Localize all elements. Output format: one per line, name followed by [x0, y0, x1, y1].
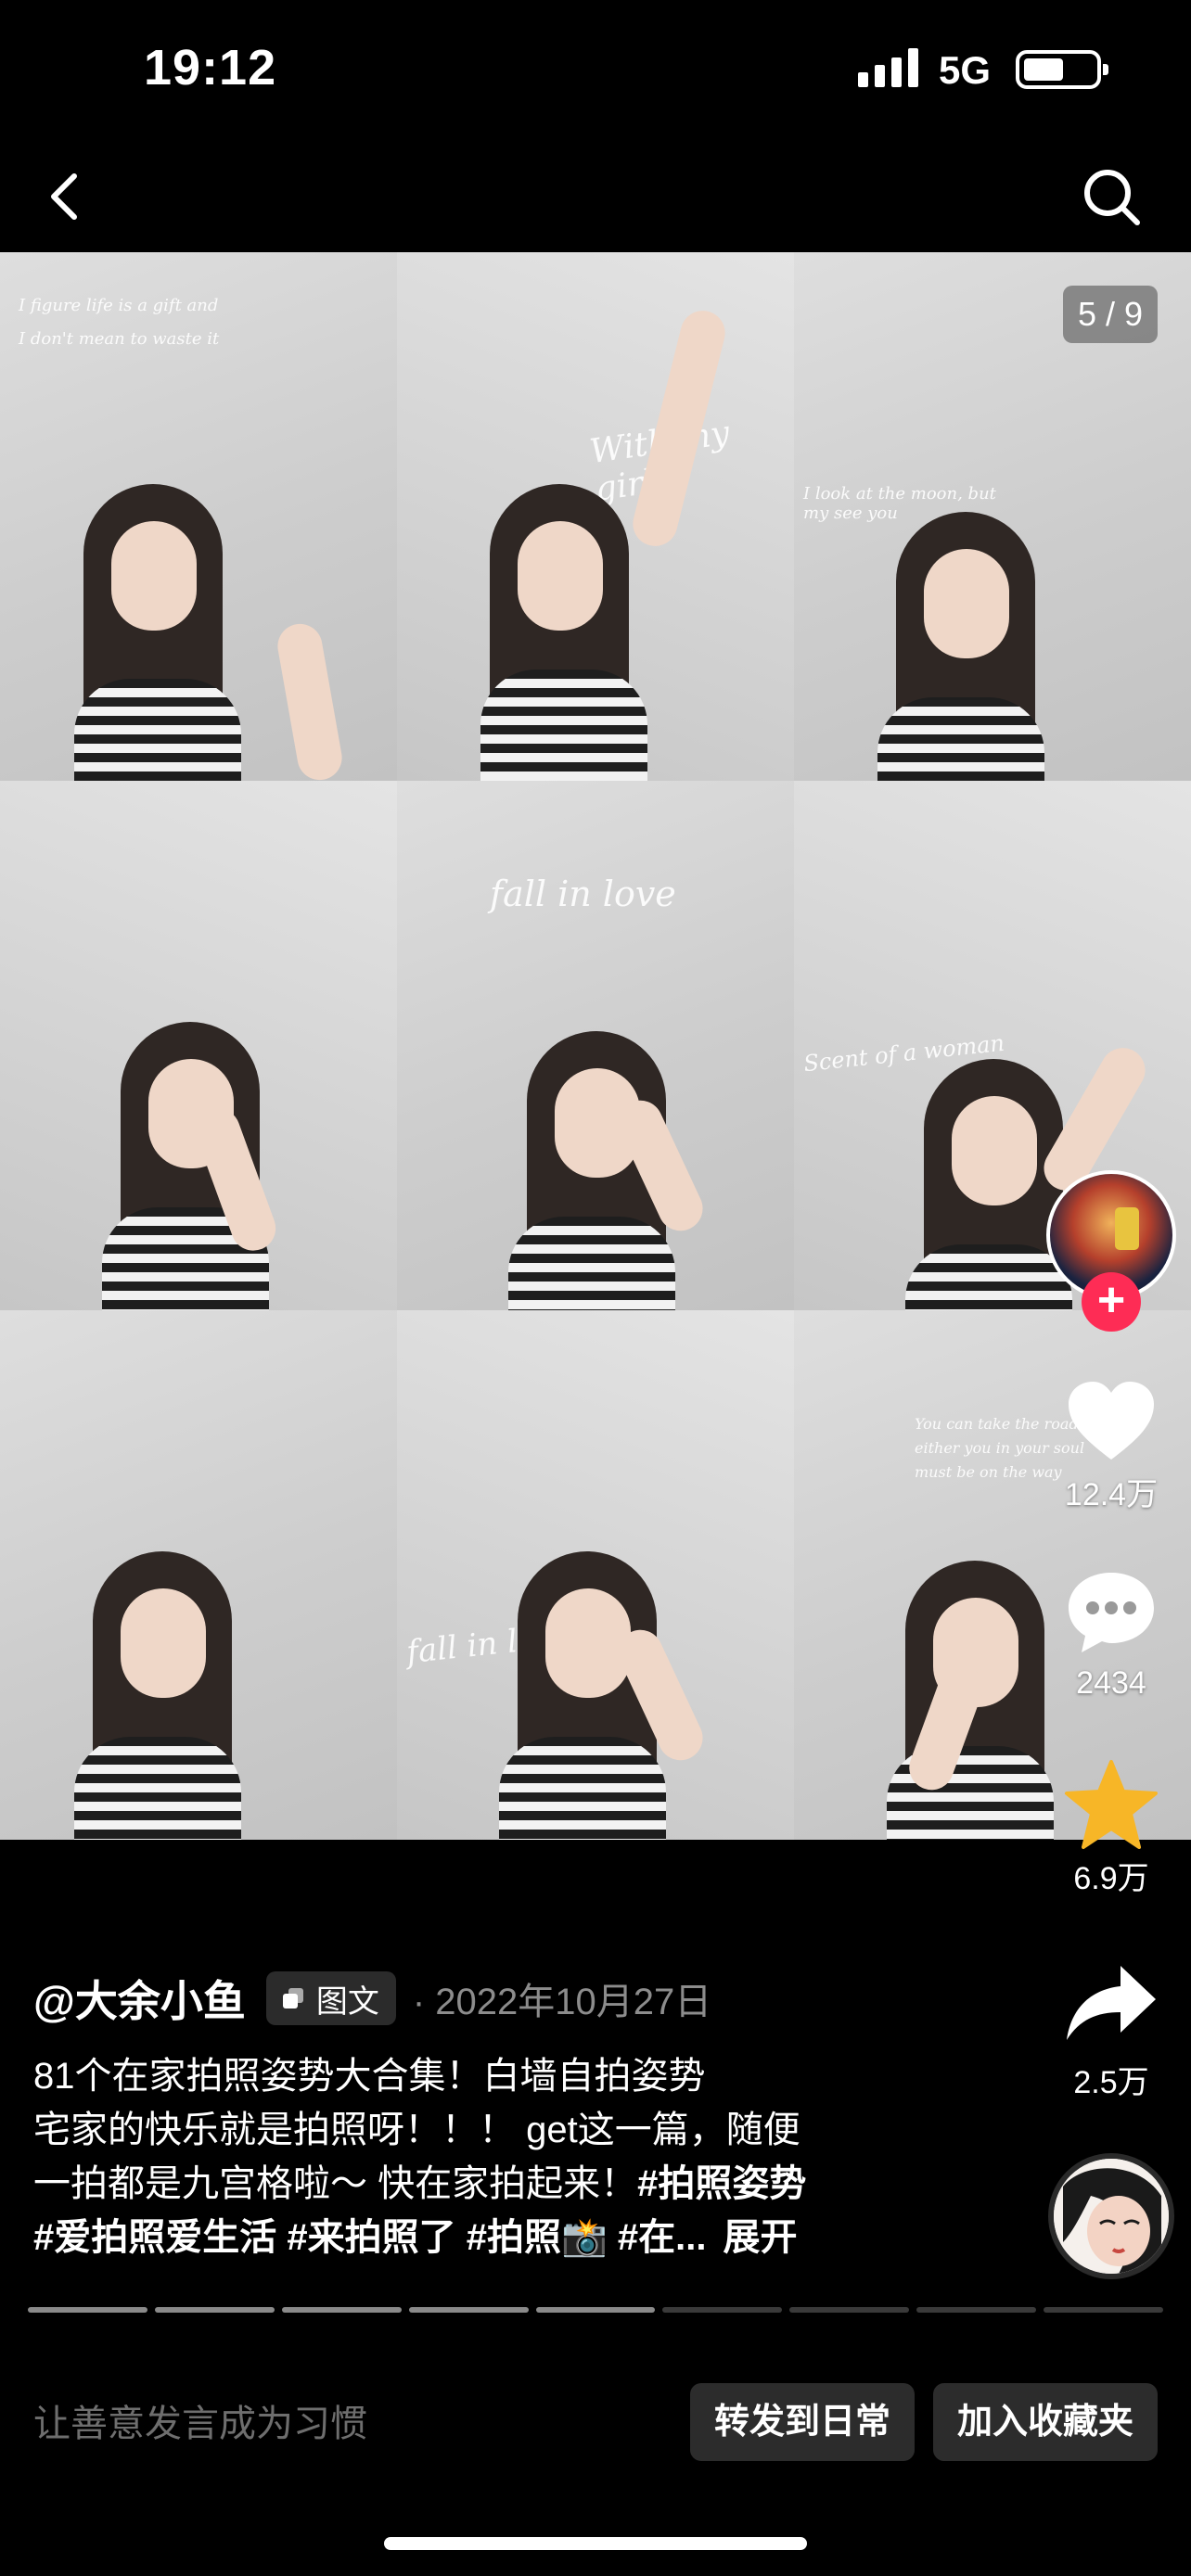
- comment-bubble-icon: [1069, 1573, 1154, 1652]
- page-indicator: 5 / 9: [1063, 286, 1158, 343]
- like-button[interactable]: 12.4万: [1039, 1378, 1184, 1514]
- progress-segment: [28, 2307, 147, 2313]
- author-row: @大余小鱼 图文 · 2022年10月27日: [33, 1966, 711, 2031]
- photo-tile: I figure life is a gift and I don't mean…: [0, 252, 397, 781]
- photo-collage: I figure life is a gift and I don't mean…: [0, 252, 1191, 1840]
- caption-line: 宅家的快乐就是拍照呀！！！ get这一篇，随便: [33, 2110, 800, 2150]
- caption-line: 一拍都是九宫格啦～ 快在家拍起来！#拍照姿势: [33, 2157, 1017, 2211]
- image-progress-bar: [28, 2307, 1164, 2313]
- back-button[interactable]: [28, 159, 102, 234]
- progress-segment: [662, 2307, 783, 2313]
- share-arrow-icon: [1067, 1966, 1156, 2040]
- post-image[interactable]: I figure life is a gift and I don't mean…: [0, 252, 1191, 1840]
- favorite-button[interactable]: 6.9万: [1039, 1758, 1184, 1898]
- progress-segment: [916, 2307, 1037, 2313]
- comment-count: 2434: [1076, 1665, 1146, 1701]
- share-count: 2.5万: [1073, 2065, 1149, 2100]
- photo-tile: With my girl: [397, 252, 794, 781]
- search-button[interactable]: [1074, 159, 1148, 234]
- network-type: 5G: [939, 48, 992, 92]
- progress-segment: [154, 2307, 275, 2313]
- music-disc-avatar[interactable]: [1048, 2153, 1174, 2279]
- chevron-left-icon: [51, 173, 77, 220]
- home-indicator[interactable]: [384, 2537, 807, 2550]
- photo-tile: [0, 781, 397, 1310]
- repost-button[interactable]: 转发到日常: [690, 2383, 915, 2461]
- photo-tile: fall in love: [397, 781, 794, 1310]
- post-date: · 2022年10月27日: [412, 1982, 712, 2022]
- star-icon: [1065, 1760, 1158, 1849]
- photo-tile: fall in love: [397, 1310, 794, 1840]
- post-caption[interactable]: 81个在家拍照姿势大合集！白墙自拍姿势 宅家的快乐就是拍照呀！！！ get这一篇…: [33, 2049, 1017, 2264]
- caption-line: #爱拍照爱生活 #来拍照了 #拍照📸 #在... 展开: [33, 2211, 1017, 2264]
- post-type-badge: 图文: [265, 1971, 396, 2025]
- post-title: 81个在家拍照姿势大合集！白墙自拍姿势: [33, 2056, 706, 2097]
- follow-button[interactable]: +: [1082, 1272, 1141, 1332]
- hashtag-link[interactable]: #拍照姿势: [637, 2163, 806, 2204]
- status-time: 19:12: [144, 40, 277, 96]
- post-type-label: 图文: [315, 1983, 379, 2020]
- illustrated-face-icon: [1054, 2159, 1169, 2274]
- comment-input[interactable]: [33, 2387, 646, 2461]
- progress-segment: [535, 2307, 656, 2313]
- share-button[interactable]: 2.5万: [1039, 1962, 1184, 2102]
- expand-caption-link[interactable]: 展开: [723, 2217, 797, 2258]
- nav-bar: [0, 130, 1191, 252]
- progress-segment: [408, 2307, 529, 2313]
- caption-text: 一拍都是九宫格啦～ 快在家拍起来！: [33, 2163, 638, 2204]
- battery-icon: [1016, 50, 1108, 89]
- author-name[interactable]: @大余小鱼: [33, 1968, 246, 2029]
- cellular-signal-icon: [858, 48, 919, 87]
- like-count: 12.4万: [1064, 1477, 1159, 1512]
- photo-tile: [0, 1310, 397, 1840]
- status-bar: 19:12 5G: [0, 0, 1191, 130]
- heart-icon: [1069, 1382, 1154, 1460]
- overlay-script-text: fall in love: [490, 874, 676, 914]
- comment-button[interactable]: 2434: [1039, 1567, 1184, 1702]
- image-post-icon: [282, 1988, 303, 2009]
- search-icon: [1084, 170, 1140, 225]
- favorite-count: 6.9万: [1073, 1861, 1149, 1896]
- progress-segment: [281, 2307, 402, 2313]
- hashtag-link[interactable]: #爱拍照爱生活 #来拍照了 #拍照📸 #在...: [33, 2217, 706, 2258]
- add-to-collection-button[interactable]: 加入收藏夹: [933, 2383, 1158, 2461]
- progress-segment: [1044, 2307, 1164, 2313]
- progress-segment: [789, 2307, 910, 2313]
- overlay-script-text: I figure life is a gift and I don't mean…: [19, 296, 220, 349]
